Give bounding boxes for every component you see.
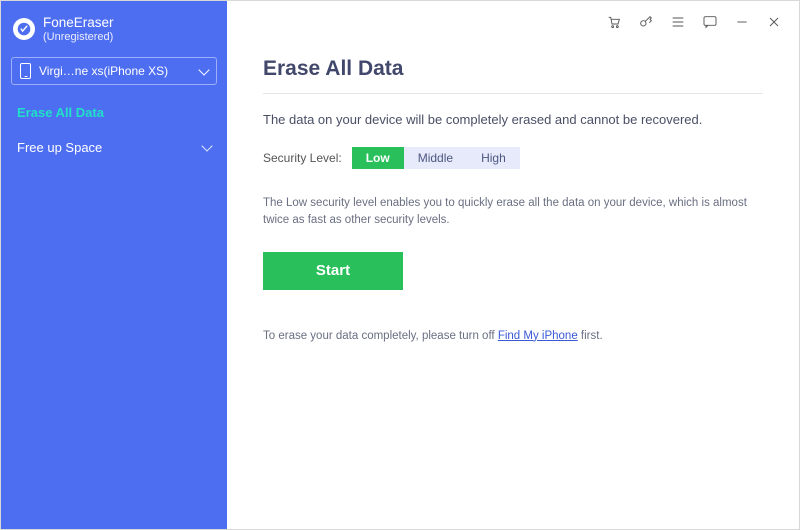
app-window: FoneEraser (Unregistered) Virgi…ne xs(iP… xyxy=(0,0,800,530)
nav-item-label: Free up Space xyxy=(17,140,102,155)
level-description: The Low security level enables you to qu… xyxy=(263,195,763,230)
app-name: FoneEraser xyxy=(43,15,114,31)
security-level-segmented: Low Middle High xyxy=(352,147,520,169)
level-middle-button[interactable]: Middle xyxy=(404,147,467,169)
level-low-button[interactable]: Low xyxy=(352,147,404,169)
find-my-iphone-link[interactable]: Find My iPhone xyxy=(498,330,578,342)
chevron-down-icon xyxy=(198,64,209,75)
nav-item-label: Erase All Data xyxy=(17,105,104,120)
find-my-iphone-hint: To erase your data completely, please tu… xyxy=(263,330,763,342)
minimize-button[interactable] xyxy=(733,13,751,31)
main-panel: Erase All Data The data on your device w… xyxy=(227,1,799,529)
level-high-button[interactable]: High xyxy=(467,147,520,169)
close-button[interactable] xyxy=(765,13,783,31)
cart-icon[interactable] xyxy=(605,13,623,31)
titlebar xyxy=(589,1,799,43)
page-title: Erase All Data xyxy=(263,57,763,93)
security-level-row: Security Level: Low Middle High xyxy=(263,147,763,169)
license-status: (Unregistered) xyxy=(43,31,114,44)
nav-free-up-space[interactable]: Free up Space xyxy=(1,130,227,165)
brand-block: FoneEraser (Unregistered) xyxy=(1,11,227,55)
key-icon[interactable] xyxy=(637,13,655,31)
nav-erase-all-data[interactable]: Erase All Data xyxy=(1,95,227,130)
device-selector[interactable]: Virgi…ne xs(iPhone XS) xyxy=(11,57,217,85)
sidebar: FoneEraser (Unregistered) Virgi…ne xs(iP… xyxy=(1,1,227,529)
menu-icon[interactable] xyxy=(669,13,687,31)
hint-text-after: first. xyxy=(578,330,603,342)
app-logo-icon xyxy=(13,18,35,40)
chevron-down-icon xyxy=(201,140,212,151)
security-level-label: Security Level: xyxy=(263,151,342,165)
feedback-icon[interactable] xyxy=(701,13,719,31)
start-button[interactable]: Start xyxy=(263,252,403,290)
divider xyxy=(263,93,763,94)
phone-icon xyxy=(20,63,31,79)
device-label: Virgi…ne xs(iPhone XS) xyxy=(39,64,192,78)
hint-text-before: To erase your data completely, please tu… xyxy=(263,330,498,342)
warning-text: The data on your device will be complete… xyxy=(263,112,763,127)
